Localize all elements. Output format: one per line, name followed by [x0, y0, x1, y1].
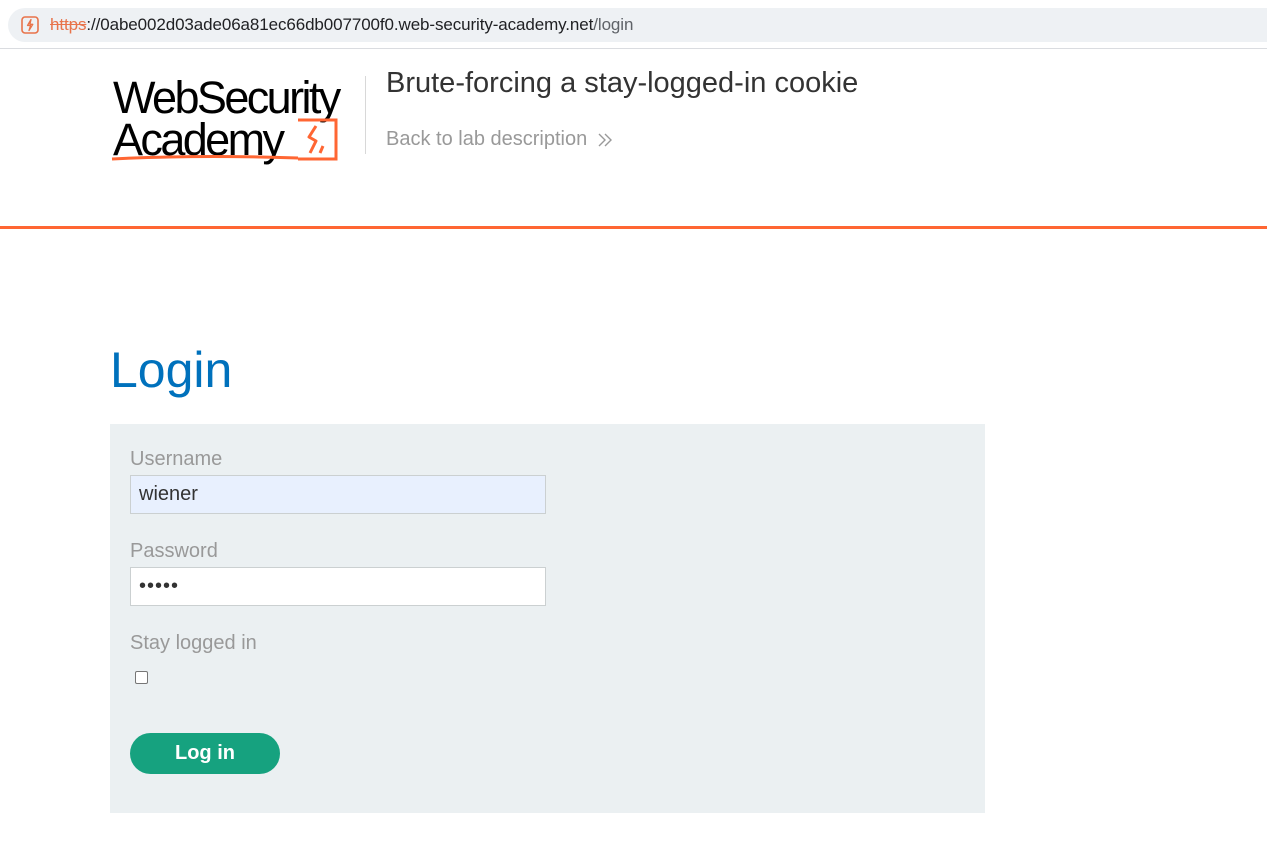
lab-title: Brute-forcing a stay-logged-in cookie — [386, 67, 859, 99]
address-bar[interactable]: https://0abe002d03ade06a81ec66db007700f0… — [8, 8, 1267, 42]
url-scheme: https — [50, 15, 87, 34]
url-host: ://0abe002d03ade06a81ec66db007700f0.web-… — [86, 15, 594, 34]
stay-logged-in-checkbox[interactable] — [135, 671, 148, 684]
username-input[interactable] — [130, 475, 546, 514]
back-link-label: Back to lab description — [386, 128, 588, 150]
browser-toolbar: https://0abe002d03ade06a81ec66db007700f0… — [0, 0, 1267, 49]
not-secure-lightning-icon[interactable] — [21, 16, 39, 34]
login-form: Username Password Stay logged in Log in — [110, 424, 985, 813]
back-to-lab-description-link[interactable]: Back to lab description — [386, 128, 613, 151]
web-security-academy-logo[interactable]: WebSecurity Academy — [110, 73, 362, 165]
double-chevron-right-icon — [598, 133, 613, 146]
header-rule — [0, 226, 1267, 229]
page-title: Login — [110, 342, 233, 398]
stay-logged-in-label: Stay logged in — [130, 632, 257, 654]
url-text[interactable]: https://0abe002d03ade06a81ec66db007700f0… — [50, 15, 633, 35]
login-button[interactable]: Log in — [130, 733, 280, 774]
header-divider — [365, 76, 366, 154]
username-label: Username — [130, 448, 223, 470]
lightning-bolt-icon — [111, 118, 338, 161]
password-label: Password — [130, 540, 218, 562]
lab-header: WebSecurity Academy Brute-forcing a stay… — [0, 49, 1267, 226]
password-input[interactable] — [130, 567, 546, 606]
url-path: /login — [593, 15, 634, 34]
